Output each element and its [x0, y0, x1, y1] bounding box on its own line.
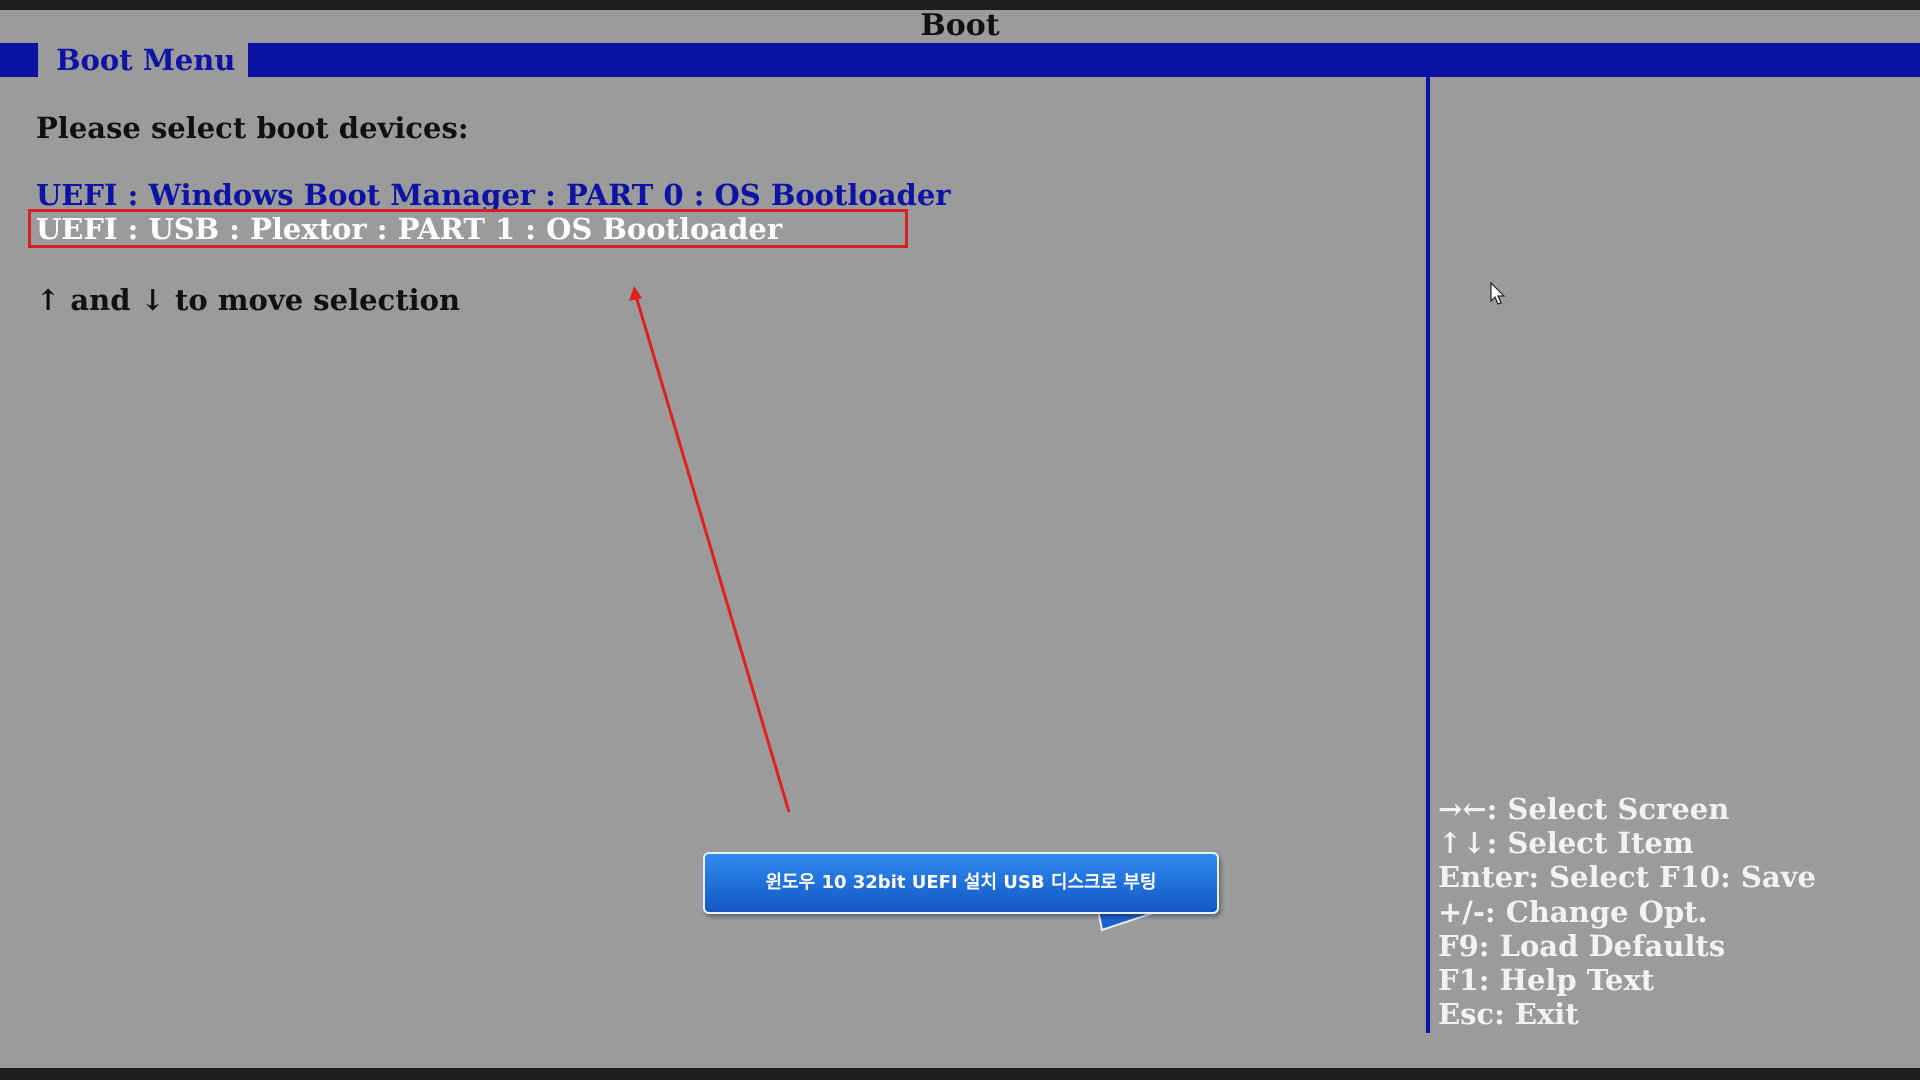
help-line-select-item: ↑↓: Select Item — [1438, 826, 1694, 861]
help-line-enter-save: Enter: Select F10: Save — [1438, 860, 1816, 895]
help-line-change-opt: +/-: Change Opt. — [1438, 894, 1708, 929]
help-line-select-screen: →←: Select Screen — [1438, 792, 1730, 826]
help-line-load-defaults: F9: Load Defaults — [1438, 928, 1726, 963]
annotation-callout: 윈도우 10 32bit UEFI 설치 USB 디스크로 부팅 — [703, 852, 1219, 914]
help-line-exit: Esc: Exit — [1438, 997, 1579, 1032]
help-line-help-text: F1: Help Text — [1438, 963, 1655, 998]
bottom-border — [0, 1068, 1920, 1080]
help-panel: →←: Select Screen ↑↓: Select Item Enter:… — [1438, 792, 1918, 1031]
mouse-cursor-icon — [1490, 282, 1506, 305]
